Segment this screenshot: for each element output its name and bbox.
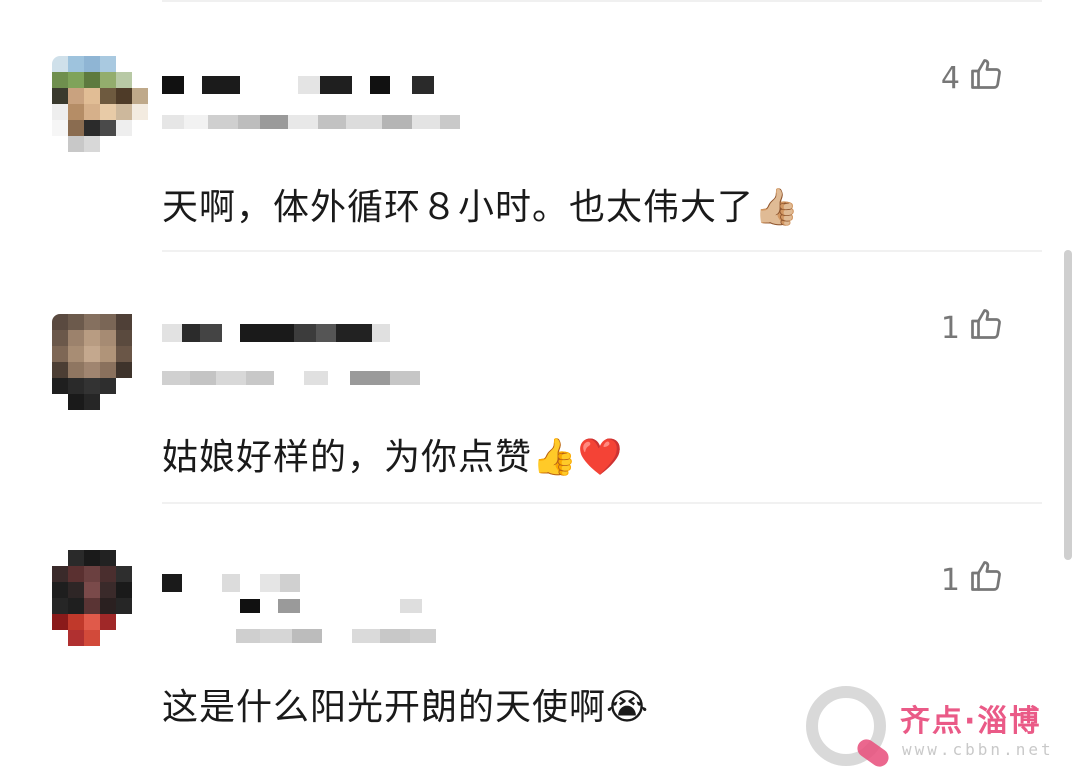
username-mosaic[interactable] <box>162 70 434 100</box>
thumbs-up-outline-icon <box>968 56 1004 100</box>
meta-mosaic <box>162 366 420 390</box>
like-count: 4 <box>940 60 960 96</box>
comment-item: 4 天啊，体外循环８小时。也太伟大了👍🏼 <box>0 0 1060 250</box>
watermark-url: www.cbbn.net <box>902 740 1054 759</box>
avatar[interactable] <box>52 56 148 152</box>
crying-face-emoji: 😭 <box>606 687 650 728</box>
meta-mosaic <box>162 110 460 134</box>
comment-item: 1 姑娘好样的，为你点赞👍❤️ <box>0 250 1060 500</box>
like-count: 1 <box>940 562 960 598</box>
comment-text: 天啊，体外循环８小时。也太伟大了👍🏼 <box>162 187 800 228</box>
comment-text: 姑娘好样的，为你点赞👍❤️ <box>162 437 624 478</box>
watermark: 齐点·淄博 www.cbbn.net <box>806 686 1070 776</box>
watermark-logo-icon <box>806 686 886 766</box>
avatar[interactable] <box>52 550 148 646</box>
thumbs-up-heart-emoji: 👍❤️ <box>532 437 624 478</box>
thumbs-up-emoji: 👍🏼 <box>754 187 800 228</box>
like-button[interactable]: 1 <box>941 558 1004 602</box>
thumbs-up-outline-icon <box>968 558 1004 602</box>
like-button[interactable]: 1 <box>941 306 1004 350</box>
username-mosaic[interactable] <box>162 318 390 348</box>
meta-mosaic <box>162 624 436 648</box>
thumbs-up-outline-icon <box>968 306 1004 350</box>
watermark-title: 齐点·淄博 <box>900 704 1042 739</box>
comment-text: 这是什么阳光开朗的天使啊😭 <box>162 687 650 728</box>
scrollbar[interactable] <box>1064 250 1072 560</box>
like-count: 1 <box>940 310 960 346</box>
like-button[interactable]: 4 <box>941 56 1004 100</box>
avatar[interactable] <box>52 314 148 410</box>
meta-mosaic <box>162 594 422 618</box>
